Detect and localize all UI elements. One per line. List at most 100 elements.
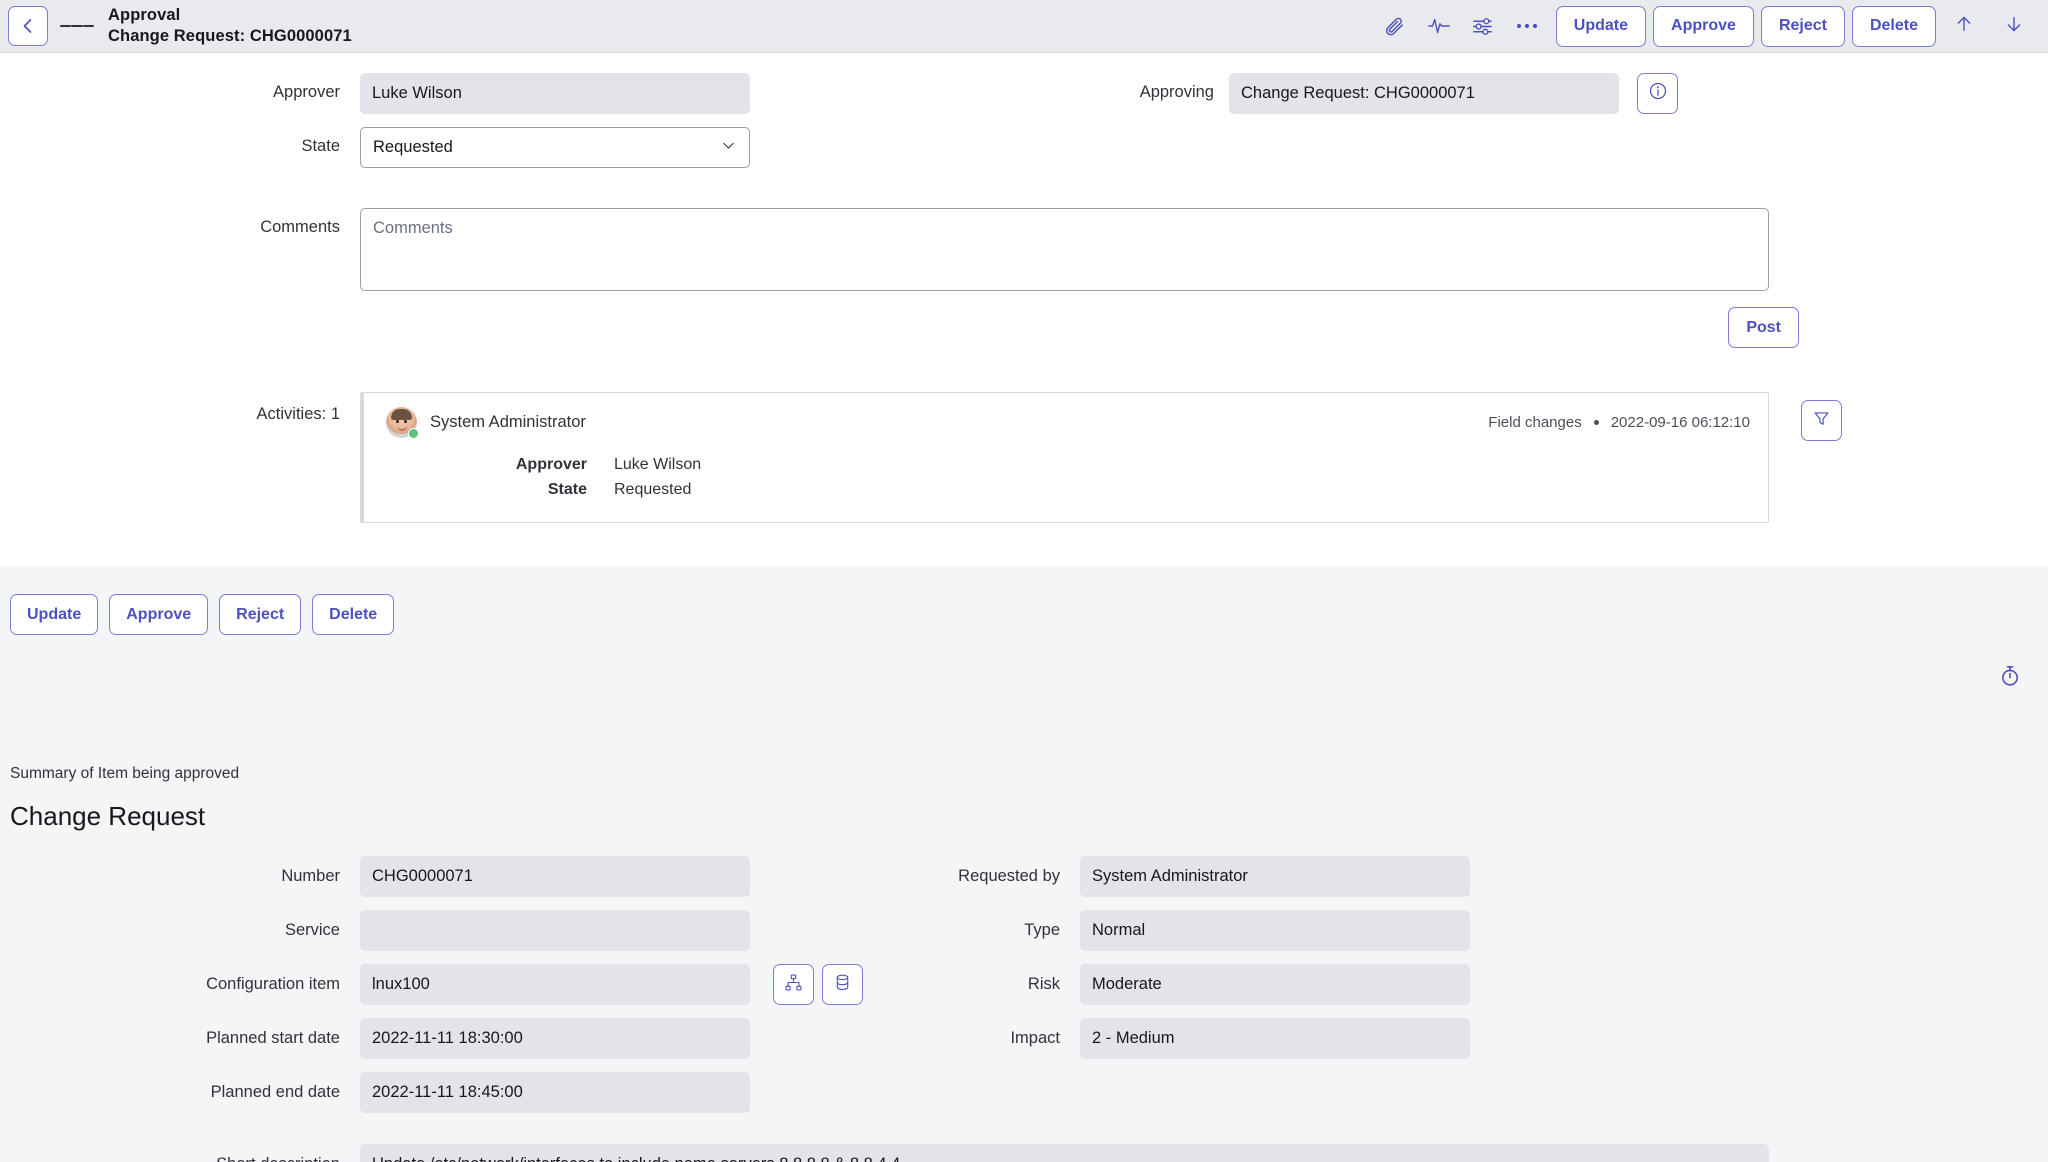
- cr-row-1: Number CHG0000071 Requested by System Ad…: [0, 856, 2048, 910]
- presence-online-indicator: [408, 428, 419, 439]
- summary-section: Update Approve Reject Delete Summary of …: [0, 566, 2048, 1162]
- stopwatch-icon[interactable]: [1998, 664, 2022, 688]
- activity-filter-button[interactable]: [1801, 400, 1842, 441]
- field-planned-start-date-label: Planned start date: [206, 1029, 340, 1047]
- field-impact: Impact 2 - Medium: [890, 1018, 2048, 1059]
- activity-change-key: Approver: [515, 456, 587, 473]
- activity-kind: Field changes: [1488, 414, 1582, 431]
- state-field-group: State Requested: [0, 127, 1024, 168]
- next-record-button[interactable]: [1992, 6, 2036, 46]
- field-risk-value: Moderate: [1080, 964, 1470, 1005]
- previous-record-button[interactable]: [1942, 6, 1986, 46]
- page-title-line2: Change Request: CHG0000071: [108, 27, 352, 45]
- more-ellipsis-icon[interactable]: [1505, 6, 1549, 46]
- chevron-left-icon: [18, 16, 38, 36]
- hamburger-menu-icon[interactable]: [60, 6, 94, 46]
- field-configuration-item-value: lnux100: [360, 964, 750, 1005]
- activity-change-value: Requested: [614, 481, 692, 498]
- page-title-line1: Approval: [108, 5, 181, 24]
- field-planned-start-date-value: 2022-11-11 18:30:00: [360, 1018, 750, 1059]
- bottom-action-buttons: Update Approve Reject Delete: [0, 594, 2048, 635]
- approver-field-group: Approver Luke Wilson: [0, 73, 1024, 114]
- state-row-right-empty: [1024, 127, 2048, 168]
- activity-entry: System Administrator Field changes 2022-…: [360, 392, 1842, 523]
- arrow-up-icon: [1953, 13, 1975, 40]
- activity-change-row: State Requested: [482, 481, 1750, 499]
- change-request-fields: Number CHG0000071 Requested by System Ad…: [0, 856, 2048, 1162]
- activities-row: Activities: 1 System Administrator Field…: [0, 392, 2048, 523]
- state-label: State: [301, 137, 340, 155]
- field-number-value: CHG0000071: [360, 856, 750, 897]
- reject-button-bottom[interactable]: Reject: [219, 594, 302, 635]
- summary-note: Summary of Item being approved: [10, 765, 240, 782]
- approving-value: Change Request: CHG0000071: [1229, 73, 1619, 114]
- sliders-personalize-icon[interactable]: [1461, 6, 1505, 46]
- field-planned-end-date: Planned end date 2022-11-11 18:45:00: [0, 1072, 890, 1113]
- back-button[interactable]: [8, 6, 48, 46]
- approver-approving-row: Approver Luke Wilson Approving Change Re…: [0, 73, 2048, 114]
- attachment-icon[interactable]: [1373, 6, 1417, 46]
- field-service: Service: [0, 910, 890, 951]
- approving-field-group: Approving Change Request: CHG0000071: [1024, 73, 2048, 114]
- approving-label: Approving: [1139, 83, 1214, 101]
- info-circle-icon: [1648, 81, 1668, 106]
- field-impact-value: 2 - Medium: [1080, 1018, 1470, 1059]
- delete-button-bottom[interactable]: Delete: [312, 594, 395, 635]
- approve-button-top[interactable]: Approve: [1653, 5, 1754, 47]
- post-button[interactable]: Post: [1728, 307, 1799, 348]
- hierarchy-map-icon: [784, 973, 803, 997]
- comments-row: Comments: [0, 208, 2048, 291]
- field-planned-end-date-value: 2022-11-11 18:45:00: [360, 1072, 750, 1113]
- field-short-description-label: Short description: [0, 1155, 340, 1162]
- configuration-item-actions: [773, 964, 863, 1005]
- activity-change-key: State: [547, 481, 587, 498]
- field-risk-label: Risk: [1027, 975, 1060, 993]
- field-planned-start-date: Planned start date 2022-11-11 18:30:00: [0, 1018, 890, 1059]
- approval-form: Approver Luke Wilson Approving Change Re…: [0, 53, 2048, 566]
- update-button-bottom[interactable]: Update: [10, 594, 99, 635]
- field-impact-label: Impact: [1010, 1029, 1060, 1047]
- approver-label: Approver: [273, 83, 340, 101]
- page-title: Approval Change Request: CHG0000071: [108, 5, 352, 47]
- activity-field-changes: Approver Luke Wilson State Requested: [386, 456, 1750, 499]
- field-type-label: Type: [1024, 921, 1060, 939]
- field-planned-end-date-label: Planned end date: [210, 1083, 340, 1101]
- approve-button-bottom[interactable]: Approve: [109, 594, 209, 635]
- reject-button-top[interactable]: Reject: [1760, 5, 1845, 47]
- field-type-value: Normal: [1080, 910, 1470, 951]
- field-service-label: Service: [284, 921, 340, 939]
- activity-change-row: Approver Luke Wilson: [482, 456, 1750, 474]
- approving-info-button[interactable]: [1637, 73, 1678, 114]
- activity-pulse-icon[interactable]: [1417, 6, 1461, 46]
- meta-separator-dot: [1593, 420, 1599, 425]
- delete-button-top[interactable]: Delete: [1851, 5, 1936, 47]
- change-request-heading: Change Request: [10, 801, 206, 831]
- database-stack-icon: [833, 973, 852, 997]
- cr-row-5: Planned end date 2022-11-11 18:45:00: [0, 1072, 2048, 1126]
- state-row: State Requested: [0, 127, 2048, 168]
- field-short-description-value: Update /etc/network/interfaces to includ…: [360, 1144, 1769, 1162]
- field-requested-by-value: System Administrator: [1080, 856, 1470, 897]
- chevron-down-icon: [720, 137, 737, 159]
- comments-label: Comments: [260, 218, 340, 236]
- field-requested-by: Requested by System Administrator: [890, 856, 2048, 897]
- activity-timestamp: 2022-09-16 06:12:10: [1610, 414, 1750, 431]
- activities-label: Activities: 1: [256, 405, 340, 423]
- field-configuration-item-label: Configuration item: [206, 975, 340, 993]
- update-button-top[interactable]: Update: [1555, 5, 1647, 47]
- hierarchy-map-button[interactable]: [773, 964, 814, 1005]
- database-record-button[interactable]: [822, 964, 863, 1005]
- top-toolbar: Approval Change Request: CHG0000071 Upda…: [0, 0, 2048, 53]
- field-short-description: Short description Update /etc/network/in…: [0, 1144, 2048, 1162]
- state-select[interactable]: Requested: [360, 127, 750, 168]
- field-service-value: [360, 910, 750, 951]
- cr-row-4: Planned start date 2022-11-11 18:30:00 I…: [0, 1018, 2048, 1072]
- comments-input[interactable]: [360, 208, 1769, 291]
- activity-change-value: Luke Wilson: [614, 456, 702, 473]
- field-number: Number CHG0000071: [0, 856, 890, 897]
- arrow-down-icon: [2003, 13, 2025, 40]
- state-selected-value: Requested: [373, 138, 453, 156]
- post-row: Post: [0, 307, 2048, 348]
- activity-user: System Administrator: [430, 413, 586, 431]
- approver-value: Luke Wilson: [360, 73, 750, 114]
